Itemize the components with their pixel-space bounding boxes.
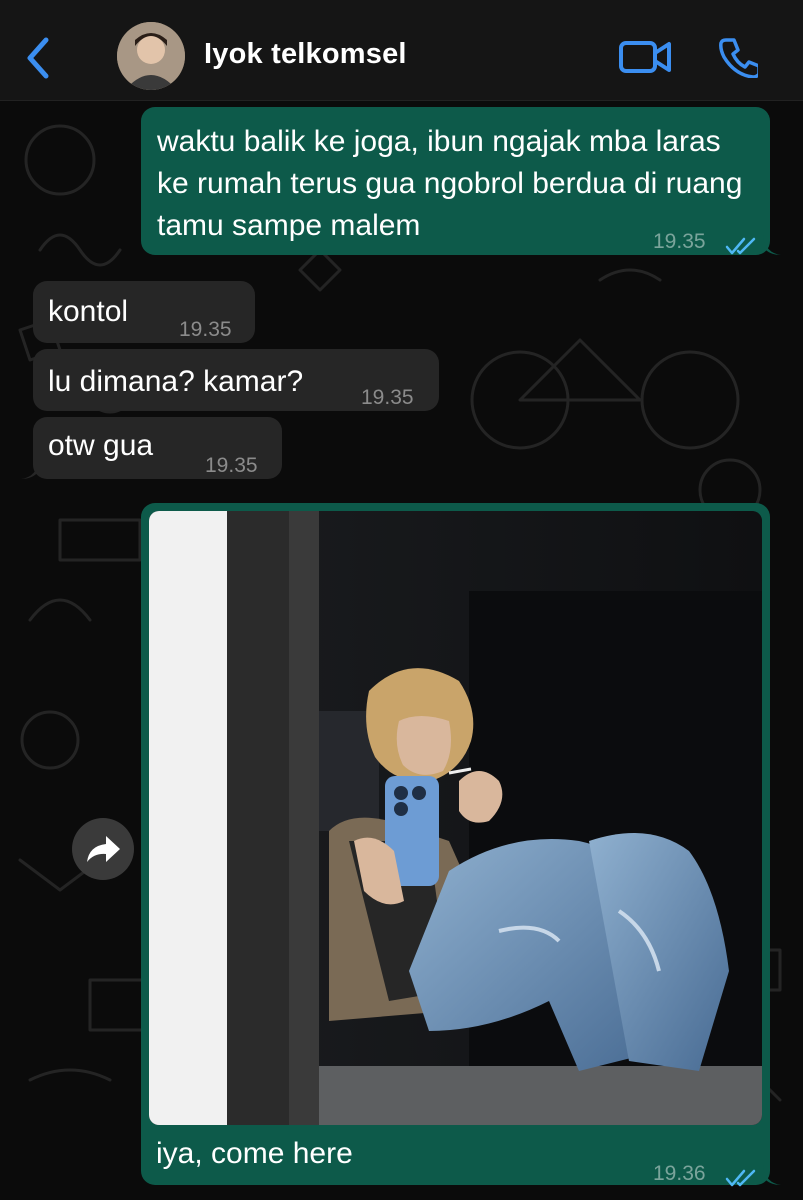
chat-header: Iyok telkomsel	[0, 0, 803, 101]
bubble-tail	[21, 459, 39, 479]
forward-button[interactable]	[72, 818, 134, 880]
forward-arrow-icon	[87, 836, 120, 862]
message-time: 19.35	[205, 454, 258, 477]
message-photo[interactable]	[149, 511, 762, 1125]
contact-avatar[interactable]	[117, 22, 185, 90]
incoming-message[interactable]: otw gua 19.35	[21, 417, 282, 479]
bubble-tail	[763, 235, 781, 255]
video-camera-icon[interactable]	[618, 38, 672, 76]
outgoing-image-message[interactable]: iya, come here 19.36	[141, 503, 781, 1187]
outgoing-message[interactable]: waktu balik ke joga, ibun ngajak mba lar…	[141, 107, 781, 255]
message-time: 19.35	[361, 386, 414, 409]
message-text: otw gua	[48, 429, 154, 462]
message-text: kontol	[48, 295, 129, 328]
incoming-message[interactable]: kontol 19.35	[33, 281, 255, 343]
contact-name[interactable]: Iyok telkomsel	[204, 38, 407, 71]
read-receipt-icon	[725, 1157, 759, 1187]
image-caption: iya, come here	[156, 1137, 353, 1170]
bubble-tail	[763, 1165, 781, 1185]
incoming-message[interactable]: lu dimana? kamar? 19.35	[33, 349, 439, 411]
read-receipt-icon	[725, 225, 759, 255]
message-text: lu dimana? kamar?	[48, 365, 304, 398]
message-time: 19.35	[179, 318, 232, 341]
phone-icon[interactable]	[718, 36, 761, 79]
message-time: 19.36	[653, 1162, 706, 1185]
message-time: 19.35	[653, 230, 706, 253]
chevron-left-icon[interactable]	[22, 36, 56, 80]
